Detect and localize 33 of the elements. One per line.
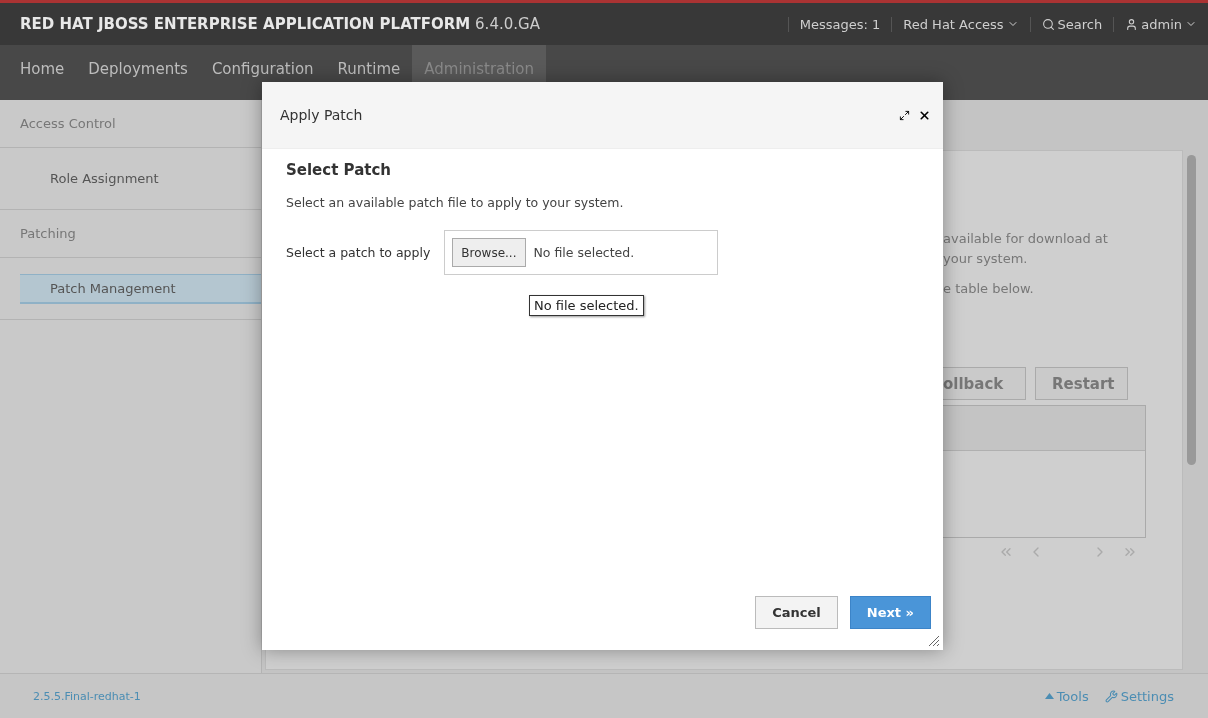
search-icon xyxy=(1041,17,1055,31)
close-icon[interactable] xyxy=(918,108,931,122)
sidebar-section[interactable]: Patching xyxy=(20,226,76,241)
maximize-icon[interactable] xyxy=(899,109,910,121)
next-button[interactable]: Next » xyxy=(849,596,931,629)
dialog-title: Apply Patch xyxy=(280,107,364,123)
access-menu[interactable]: Red Hat Access xyxy=(891,16,1030,32)
wrench-icon xyxy=(1104,689,1118,703)
cancel-button[interactable]: Cancel xyxy=(755,596,838,629)
user-menu[interactable]: admin xyxy=(1113,16,1208,32)
triangle-up-icon xyxy=(1044,693,1054,699)
sidebar-item[interactable]: Role Assignment xyxy=(20,171,261,186)
sidebar-item[interactable]: Patch Management xyxy=(20,273,261,304)
nav-tab[interactable]: Home xyxy=(8,45,77,100)
action-button[interactable]: Restart xyxy=(1035,367,1128,400)
description-text: Select an available patch file to apply to your system. xyxy=(286,195,625,210)
nav-tab[interactable]: Deployments xyxy=(76,45,200,100)
messages-link[interactable]: Messages: 1 xyxy=(787,16,892,32)
body-text: e table below. xyxy=(943,280,1035,298)
sidebar-section[interactable]: Access Control xyxy=(20,116,116,131)
action-button[interactable]: ollback xyxy=(943,367,1026,400)
search-link[interactable]: Search xyxy=(1029,16,1114,32)
body-text: available for download at xyxy=(943,230,1109,248)
tooltip: No file selected. xyxy=(529,295,644,316)
scrollbar-thumb[interactable] xyxy=(1187,155,1196,465)
resize-grip-icon[interactable] xyxy=(928,635,940,647)
browse-button[interactable]: Browse... xyxy=(452,238,526,267)
section-heading: Select Patch xyxy=(286,161,393,179)
file-field[interactable]: Browse... No file selected. xyxy=(444,230,719,275)
field-label: Select a patch to apply xyxy=(286,245,431,260)
body-text: your system. xyxy=(943,250,1029,268)
user-icon xyxy=(1125,17,1139,31)
product-title: RED HAT JBOSS ENTERPRISE APPLICATION PLATFORM 6.4.0.GA xyxy=(20,15,541,33)
